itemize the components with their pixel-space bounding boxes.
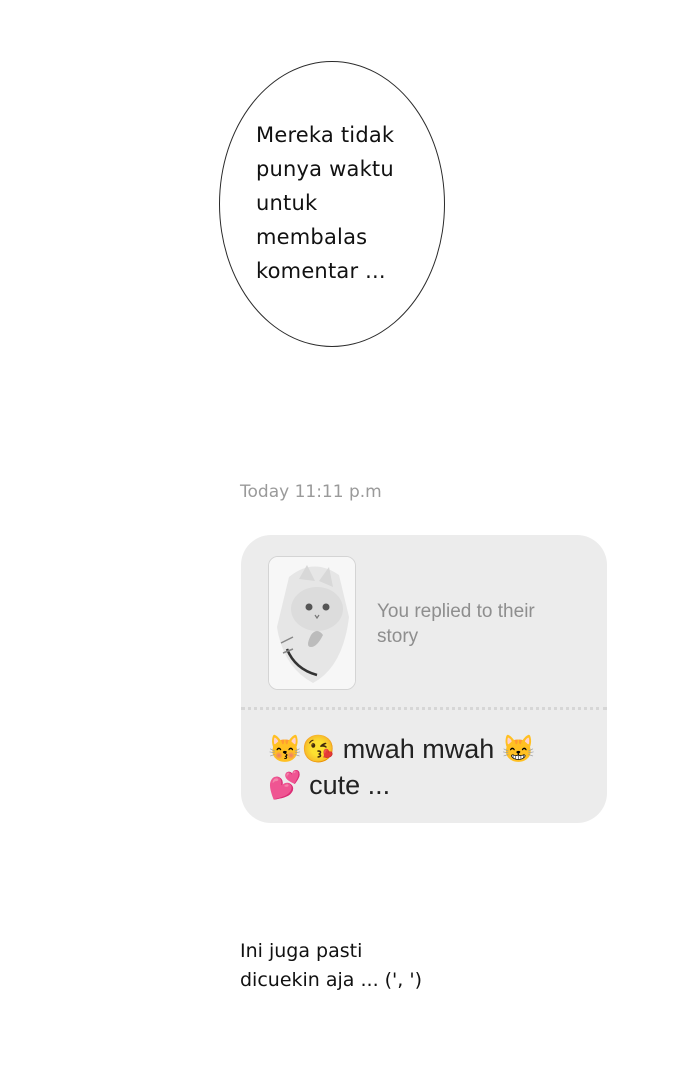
message-timestamp: Today 11:11 p.m bbox=[240, 482, 382, 502]
story-reply-card[interactable]: You replied to their story 😽😘 mwah mwah … bbox=[241, 535, 607, 823]
bottom-caption: Ini juga pasti dicuekin aja ... (', ') bbox=[240, 940, 422, 991]
speech-bubble-text: Mereka tidak punya waktu untuk membalas … bbox=[256, 123, 395, 283]
story-reply-label: You replied to their story bbox=[377, 601, 535, 647]
card-divider bbox=[241, 707, 607, 710]
message-text: 😽😘 mwah mwah 😸 💕 cute ... bbox=[268, 734, 536, 800]
cat-photo-icon[interactable] bbox=[268, 556, 356, 690]
